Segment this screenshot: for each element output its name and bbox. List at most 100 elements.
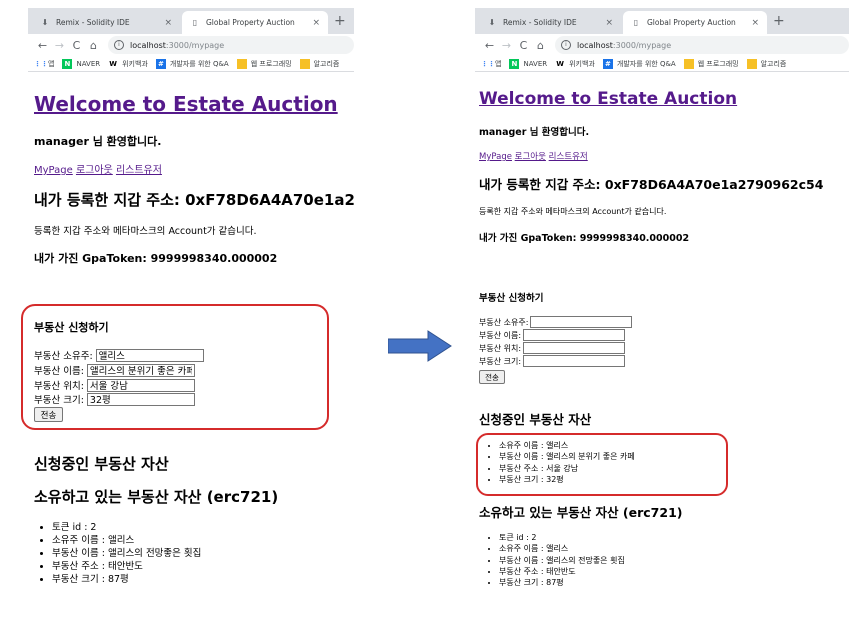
list-item: 부동산 주소 : 태안반도 [499, 566, 625, 577]
bookmark-wikipedia[interactable]: W 위키백과 [555, 59, 595, 69]
tab-remix[interactable]: ⬇ Remix - Solidity IDE × [479, 11, 621, 34]
nav-links: MyPage 로그아웃 리스트유저 [479, 150, 588, 162]
owned-heading: 소유하고 있는 부동산 자산 (erc721) [34, 488, 279, 506]
apps-grid-icon: ⋮⋮ [34, 59, 48, 68]
bookmark-naver[interactable]: N NAVER [62, 58, 100, 69]
folder-icon [236, 58, 247, 69]
remix-icon: ⬇ [41, 18, 49, 27]
size-label: 부동산 크기: [479, 356, 522, 366]
greeting: manager 님 환영합니다. [479, 124, 589, 138]
token-balance: 내가 가진 GpaToken: 9999998340.000002 [479, 233, 690, 244]
page-title[interactable]: Welcome to Estate Auction [479, 89, 737, 109]
navigation-bar: ← → C ⌂ i localhost:3000/mypage [475, 34, 849, 56]
bookmark-web-programming[interactable]: 웹 프로그래밍 [236, 58, 292, 69]
tab-label: Remix - Solidity IDE [503, 18, 577, 27]
close-icon[interactable]: × [605, 18, 613, 28]
list-item: 토큰 id : 2 [52, 521, 201, 534]
bookmark-label: 개발자를 위한 Q&A [169, 59, 229, 68]
apply-heading: 부동산 신청하기 [479, 293, 544, 304]
new-tab-icon[interactable]: + [773, 13, 785, 29]
forward-icon[interactable]: → [51, 39, 68, 52]
owner-row: 부동산 소유주: [479, 316, 633, 328]
tab-label: Global Property Auction [206, 18, 295, 27]
forward-icon[interactable]: → [498, 39, 515, 52]
home-icon[interactable]: ⌂ [532, 39, 549, 52]
bookmark-algorithm[interactable]: 알고리즘 [746, 58, 787, 69]
page-title[interactable]: Welcome to Estate Auction [34, 92, 338, 116]
info-icon[interactable]: i [114, 40, 124, 50]
list-item: 부동산 크기 : 87평 [52, 573, 201, 586]
name-input[interactable] [523, 329, 626, 341]
bookmark-label: 웹 프로그래밍 [697, 59, 739, 68]
naver-icon: N [509, 58, 520, 69]
reload-icon[interactable]: C [68, 39, 85, 52]
bookmarks-bar: ⋮⋮ 앱 N NAVER W 위키백과 # 개발자를 위한 Q&A 웹 프로그래밍 알고… [28, 56, 354, 72]
list-users-link[interactable]: 리스트유저 [549, 152, 588, 162]
bookmark-algorithm[interactable]: 알고리즘 [299, 58, 339, 69]
name-label: 부동산 이름: [479, 330, 522, 340]
pending-heading: 신청중인 부동산 자산 [479, 412, 592, 427]
list-item: 부동산 크기 : 87평 [499, 577, 625, 588]
address-bar[interactable]: i localhost:3000/mypage [555, 36, 849, 54]
url-path: :3000/mypage [165, 40, 225, 50]
close-icon[interactable]: × [751, 18, 759, 28]
home-icon[interactable]: ⌂ [85, 39, 102, 52]
list-users-link[interactable]: 리스트유저 [116, 165, 162, 176]
form-highlight-outline [21, 304, 329, 430]
location-row: 부동산 위치: [479, 342, 626, 354]
address-bar[interactable]: i localhost:3000/mypage [108, 36, 354, 54]
tab-global-property-auction[interactable]: ▯ Global Property Auction × [623, 11, 767, 34]
bookmark-label: 앱 [495, 59, 502, 68]
naver-icon: N [62, 58, 73, 69]
submit-button[interactable]: 전송 [479, 370, 505, 384]
mypage-link[interactable]: MyPage [479, 152, 512, 162]
greeting-user: manager [34, 135, 89, 148]
bookmark-label: 웹 프로그래밍 [250, 59, 292, 68]
logout-link[interactable]: 로그아웃 [76, 165, 113, 176]
info-icon[interactable]: i [561, 40, 571, 50]
bookmark-label: 위키백과 [569, 59, 595, 68]
wallet-note: 등록한 지갑 주소와 메타마스크의 Account가 같습니다. [479, 207, 667, 216]
list-item: 부동산 이름 : 앨리스의 전망좋은 횟집 [499, 555, 625, 566]
url-host: localhost [577, 40, 613, 50]
size-input[interactable] [523, 355, 626, 367]
bookmark-label: 알고리즘 [760, 59, 787, 68]
bookmark-qa[interactable]: # 개발자를 위한 Q&A [602, 58, 676, 69]
bookmark-label: 앱 [48, 59, 55, 68]
close-icon[interactable]: × [312, 18, 320, 28]
bookmark-apps[interactable]: ⋮⋮ 앱 [34, 59, 54, 69]
reload-icon[interactable]: C [515, 39, 532, 52]
pending-highlight-outline [476, 433, 728, 496]
wallet-heading: 내가 등록한 지갑 주소: 0xF78D6A4A70e1a2790962c54 [34, 191, 354, 209]
bookmark-label: NAVER [523, 59, 548, 68]
greeting-suffix: 님 환영합니다. [88, 135, 162, 148]
wikipedia-icon: W [109, 59, 117, 68]
tab-label: Remix - Solidity IDE [56, 18, 130, 27]
back-icon[interactable]: ← [481, 39, 498, 52]
bookmark-wikipedia[interactable]: W 위키백과 [108, 59, 148, 69]
folder-icon [746, 58, 757, 69]
owned-heading: 소유하고 있는 부동산 자산 (erc721) [479, 505, 683, 520]
logout-link[interactable]: 로그아웃 [515, 152, 546, 162]
folder-icon [683, 58, 694, 69]
close-icon[interactable]: × [164, 18, 172, 28]
tab-bar: ⬇ Remix - Solidity IDE × ▯ Global Proper… [28, 8, 354, 34]
tab-global-property-auction[interactable]: ▯ Global Property Auction × [182, 11, 328, 34]
bookmark-web-programming[interactable]: 웹 프로그래밍 [683, 58, 739, 69]
bookmark-naver[interactable]: N NAVER [509, 58, 548, 69]
greeting-suffix: 님 환영합니다. [526, 127, 590, 138]
pending-heading: 신청중인 부동산 자산 [34, 455, 169, 473]
location-input[interactable] [523, 342, 626, 354]
owner-input[interactable] [530, 316, 633, 328]
bookmark-qa[interactable]: # 개발자를 위한 Q&A [155, 58, 229, 69]
browser-window-after: ⬇ Remix - Solidity IDE × ▯ Global Proper… [475, 8, 849, 619]
location-label: 부동산 위치: [479, 343, 522, 353]
folder-icon [299, 58, 310, 69]
bookmark-apps[interactable]: ⋮⋮ 앱 [481, 59, 501, 69]
owned-assets-list: 토큰 id : 2 소유주 이름 : 앨리스 부동산 이름 : 앨리스의 전망좋… [499, 532, 625, 588]
remix-icon: ⬇ [488, 18, 496, 27]
new-tab-icon[interactable]: + [334, 13, 346, 29]
back-icon[interactable]: ← [34, 39, 51, 52]
mypage-link[interactable]: MyPage [34, 165, 73, 176]
tab-remix[interactable]: ⬇ Remix - Solidity IDE × [32, 11, 180, 34]
